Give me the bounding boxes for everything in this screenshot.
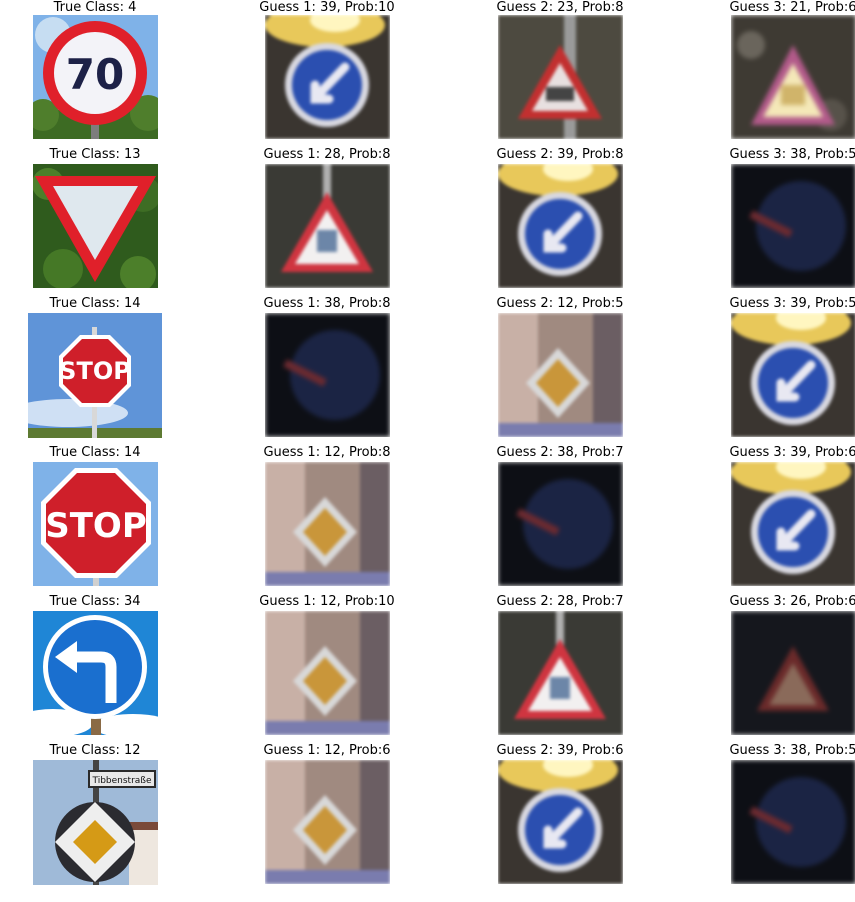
guess-image [498,313,623,437]
guess-2-title: Guess 2: 12, Prob:5 [496,296,624,311]
guess-image [731,164,855,288]
true-image-stop: STOP [28,313,162,438]
guess-3-title: Guess 3: 26, Prob:6 [729,594,855,609]
guess-3-title: Guess 3: 38, Prob:5 [729,147,855,162]
guess-image [265,611,390,735]
guess-image [265,313,390,437]
true-class-title: True Class: 34 [49,594,141,609]
sign-text: STOP [45,506,147,546]
guess-image [265,15,390,139]
guess-image [731,462,855,586]
true-image-yield [33,164,158,288]
guess-image [498,760,623,884]
true-class-title: True Class: 14 [49,296,141,311]
true-class-title: True Class: 13 [49,147,141,162]
true-class-title: True Class: 12 [49,743,141,758]
true-image-turn-left-ahead [33,611,158,735]
guess-image [731,313,855,437]
guess-1-title: Guess 1: 12, Prob:6 [263,743,391,758]
guess-1-title: Guess 1: 12, Prob:8 [263,445,391,460]
guess-1-title: Guess 1: 28, Prob:8 [263,147,391,162]
guess-2-title: Guess 2: 23, Prob:8 [496,0,624,15]
true-class-title: True Class: 14 [49,445,141,460]
guess-image [731,15,855,139]
guess-image [498,15,623,139]
guess-1-title: Guess 1: 38, Prob:8 [263,296,391,311]
sign-text: STOP [59,357,131,385]
guess-image [265,462,390,586]
guess-3-title: Guess 3: 39, Prob:5 [729,296,855,311]
true-class-title: True Class: 4 [53,0,137,15]
true-image-priority-road: Tibbenstraße [33,760,158,885]
guess-1-title: Guess 1: 39, Prob:10 [259,0,395,15]
guess-image [731,760,855,884]
guess-1-title: Guess 1: 12, Prob:10 [259,594,395,609]
guess-2-title: Guess 2: 28, Prob:7 [496,594,624,609]
guess-image [265,164,390,288]
guess-2-title: Guess 2: 38, Prob:7 [496,445,624,460]
guess-3-title: Guess 3: 38, Prob:5 [729,743,855,758]
guess-2-title: Guess 2: 39, Prob:6 [496,743,624,758]
street-sign-text: Tibbenstraße [91,776,151,786]
true-image-speed-limit-70: 70 [33,15,158,139]
true-image-stop: STOP [33,462,158,586]
sign-text: 70 [66,50,124,99]
guess-image [498,462,623,586]
guess-image [498,611,623,735]
guess-image [498,164,623,288]
guess-3-title: Guess 3: 39, Prob:6 [729,445,855,460]
guess-image [265,760,390,884]
guess-image [731,611,855,735]
guess-2-title: Guess 2: 39, Prob:8 [496,147,624,162]
guess-3-title: Guess 3: 21, Prob:6 [729,0,855,15]
